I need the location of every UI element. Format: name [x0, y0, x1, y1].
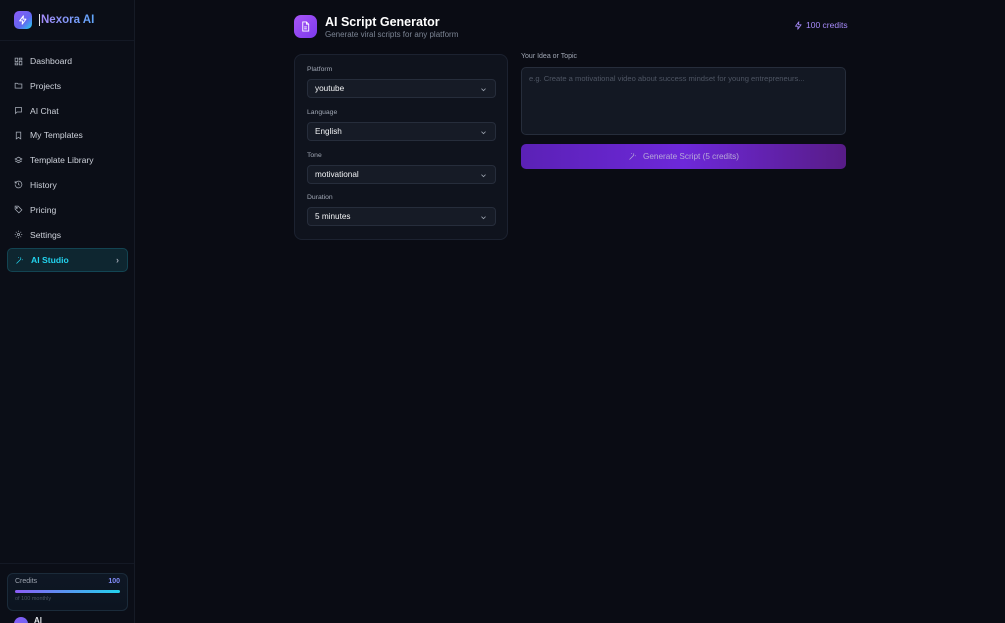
credits-label: Credits [15, 578, 38, 585]
chevron-down-icon [481, 88, 486, 92]
tone-field: Tone motivational [307, 152, 496, 184]
sidebar-item-label: Pricing [30, 204, 57, 215]
duration-field: Duration 5 minutes [307, 194, 496, 226]
sidebar-item-label: Dashboard [30, 56, 73, 66]
brand[interactable]: Nexora AI [14, 10, 94, 30]
tone-select[interactable]: motivational [307, 165, 496, 184]
sidebar-item-label: AI Chat [30, 105, 59, 116]
page-header: AI Script Generator Generate viral scrip… [294, 15, 458, 39]
tag-icon [14, 206, 23, 214]
script-settings-card: Platform youtube Language English Tone m… [294, 54, 508, 240]
user-profile[interactable]: Al [14, 615, 42, 623]
page-title: AI Script Generator [325, 15, 440, 29]
user-name: Al [34, 615, 42, 623]
duration-value: 5 minutes [315, 212, 351, 221]
sidebar-item-pricing[interactable]: Pricing [7, 199, 128, 221]
sidebar-divider [0, 40, 134, 41]
sidebar-item-label: Template Library [30, 155, 94, 166]
language-select[interactable]: English [307, 122, 496, 141]
chevron-right-icon: › [116, 255, 119, 266]
document-icon [294, 15, 317, 38]
credits-value: 100 [108, 578, 120, 585]
sidebar-item-projects[interactable]: Projects [7, 75, 128, 97]
page-subtitle: Generate viral scripts for any platform [325, 30, 459, 39]
idea-input[interactable] [521, 67, 846, 135]
generate-script-button[interactable]: Generate Script (5 credits) [521, 144, 846, 169]
chat-icon [15, 107, 22, 115]
language-field: Language English [307, 109, 496, 141]
sidebar-item-settings[interactable]: Settings [7, 224, 128, 246]
sidebar-nav: Dashboard Projects AI Chat My Templates … [7, 50, 128, 275]
sidebar-item-label: History [30, 179, 57, 190]
platform-field: Platform youtube [307, 66, 496, 98]
lightning-icon [795, 20, 802, 30]
grid-icon [14, 57, 23, 65]
avatar [14, 617, 28, 623]
history-icon [14, 181, 23, 189]
brand-name: Nexora AI [39, 14, 95, 26]
language-label: Language [307, 109, 338, 116]
platform-label: Platform [307, 66, 333, 73]
sidebar-item-my-templates[interactable]: My Templates [7, 124, 128, 146]
sidebar-item-label: Projects [30, 80, 62, 91]
sidebar: Nexora AI Dashboard Projects AI Chat My … [0, 0, 135, 623]
sidebar-item-label: Settings [30, 229, 62, 240]
layers-icon [14, 156, 23, 163]
wand-icon [16, 257, 23, 264]
brand-logo-icon [14, 11, 32, 29]
sidebar-item-history[interactable]: History [7, 174, 128, 196]
sidebar-item-label: AI Studio [31, 255, 69, 266]
credits-card: Credits 100 of 100 monthly [7, 573, 128, 611]
platform-value: youtube [315, 84, 345, 93]
credits-progress-bar [15, 590, 120, 593]
language-value: English [315, 127, 342, 136]
chevron-down-icon [481, 131, 486, 135]
sidebar-item-ai-studio[interactable]: AI Studio › [7, 248, 128, 273]
duration-select[interactable]: 5 minutes [307, 207, 496, 226]
sidebar-item-dashboard[interactable]: Dashboard [7, 50, 128, 72]
gear-icon [14, 230, 23, 239]
sidebar-item-template-library[interactable]: Template Library [7, 149, 128, 171]
platform-select[interactable]: youtube [307, 79, 496, 98]
bookmark-icon [15, 131, 22, 140]
generate-script-label: Generate Script (5 credits) [642, 152, 739, 161]
sidebar-item-ai-chat[interactable]: AI Chat [7, 100, 128, 122]
sidebar-item-label: My Templates [30, 130, 83, 141]
sidebar-bottom-divider [0, 563, 134, 564]
chevron-down-icon [481, 216, 486, 220]
folder-icon [14, 83, 23, 89]
credits-progress-fill [15, 590, 120, 593]
wand-icon [629, 153, 636, 160]
credits-badge: 100 credits [794, 20, 848, 30]
tone-label: Tone [307, 152, 322, 159]
chevron-down-icon [481, 174, 486, 178]
duration-label: Duration [307, 194, 333, 201]
credits-badge-text: 100 credits [806, 20, 848, 30]
credits-subtext: of 100 monthly [15, 596, 52, 602]
idea-label: Your Idea or Topic [521, 53, 578, 60]
tone-value: motivational [315, 170, 359, 179]
